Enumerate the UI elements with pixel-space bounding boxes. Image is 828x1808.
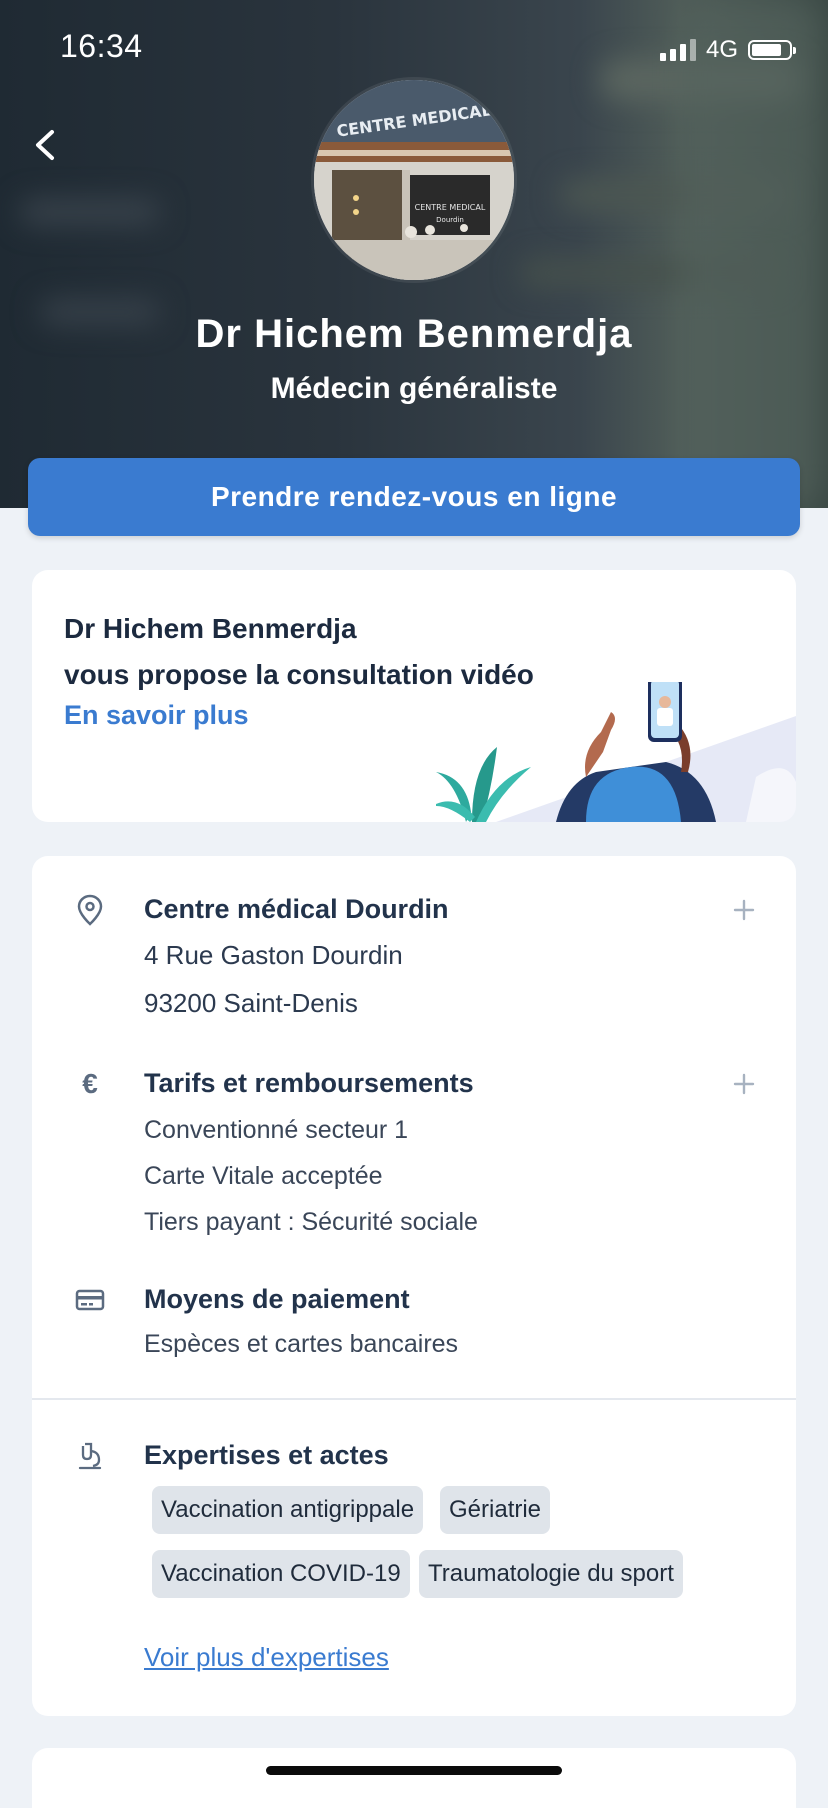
- doctor-name: Dr Hichem Benmerdja: [195, 312, 633, 356]
- tarif-line: Carte Vitale acceptée: [144, 1162, 383, 1190]
- video-card-doctor: Dr Hichem Benmerdja: [64, 613, 357, 644]
- microscope-icon: [72, 1438, 108, 1474]
- video-consultation-card: Dr Hichem Benmerdja vous propose la cons…: [32, 570, 796, 822]
- map-pin-icon: [72, 892, 108, 928]
- address-line-2: 93200 Saint-Denis: [144, 988, 358, 1018]
- location-title: Centre médical Dourdin: [144, 894, 449, 924]
- plus-icon: [733, 899, 755, 921]
- expertise-chip: Gériatrie: [440, 1486, 551, 1534]
- avatar: CENTRE MEDICAL CENTRE MEDICAL Dourdin: [314, 80, 514, 280]
- more-expertises-link[interactable]: Voir plus d'expertises: [144, 1642, 389, 1673]
- address-line-1: 4 Rue Gaston Dourdin: [144, 940, 403, 970]
- plant-icon: [436, 747, 531, 822]
- section-divider: [32, 1398, 796, 1400]
- euro-icon: €: [82, 1068, 98, 1099]
- tarif-line: Conventionné secteur 1: [144, 1116, 409, 1144]
- expertises-title: Expertises et actes: [144, 1440, 389, 1470]
- paiement-title: Moyens de paiement: [144, 1284, 410, 1314]
- back-button[interactable]: [28, 120, 68, 170]
- tarif-line: Tiers payant : Sécurité sociale: [144, 1208, 478, 1236]
- expertise-chip: Traumatologie du sport: [419, 1550, 683, 1598]
- learn-more-link[interactable]: En savoir plus: [64, 700, 249, 731]
- home-indicator[interactable]: [266, 1766, 562, 1775]
- expertise-chip: Vaccination antigrippale: [152, 1486, 424, 1534]
- expand-location-button[interactable]: [732, 898, 756, 922]
- status-time: 16:34: [60, 28, 143, 64]
- credit-card-icon: [72, 1282, 108, 1318]
- clinic-photo: CENTRE MEDICAL CENTRE MEDICAL Dourdin: [314, 80, 514, 280]
- signal-icon: [659, 39, 696, 61]
- svg-text:Dourdin: Dourdin: [436, 216, 464, 224]
- plus-icon: [733, 1073, 755, 1095]
- status-indicators: 4G: [659, 36, 796, 64]
- book-appointment-button[interactable]: Prendre rendez-vous en ligne: [28, 458, 800, 536]
- background-blur: [20, 200, 160, 224]
- network-label: 4G: [705, 36, 738, 63]
- battery-icon: [748, 40, 796, 60]
- doctor-specialty: Médecin généraliste: [270, 372, 558, 405]
- expertise-chip: Vaccination COVID-19: [152, 1550, 410, 1598]
- chevron-left-icon: [36, 130, 54, 160]
- profile-header: 16:34 4G CENTRE MEDICAL CENTRE MEDICAL D…: [0, 0, 828, 508]
- expand-tarifs-button[interactable]: [732, 1072, 756, 1096]
- practice-info-card: Centre médical Dourdin 4 Rue Gaston Dour…: [32, 856, 796, 1716]
- video-consultation-illustration: [436, 682, 796, 822]
- tarifs-title: Tarifs et remboursements: [144, 1068, 474, 1098]
- next-card: [32, 1748, 796, 1808]
- svg-text:CENTRE MEDICAL: CENTRE MEDICAL: [415, 203, 486, 212]
- paiement-line: Espèces et cartes bancaires: [144, 1330, 459, 1358]
- background-blur: [680, 0, 820, 508]
